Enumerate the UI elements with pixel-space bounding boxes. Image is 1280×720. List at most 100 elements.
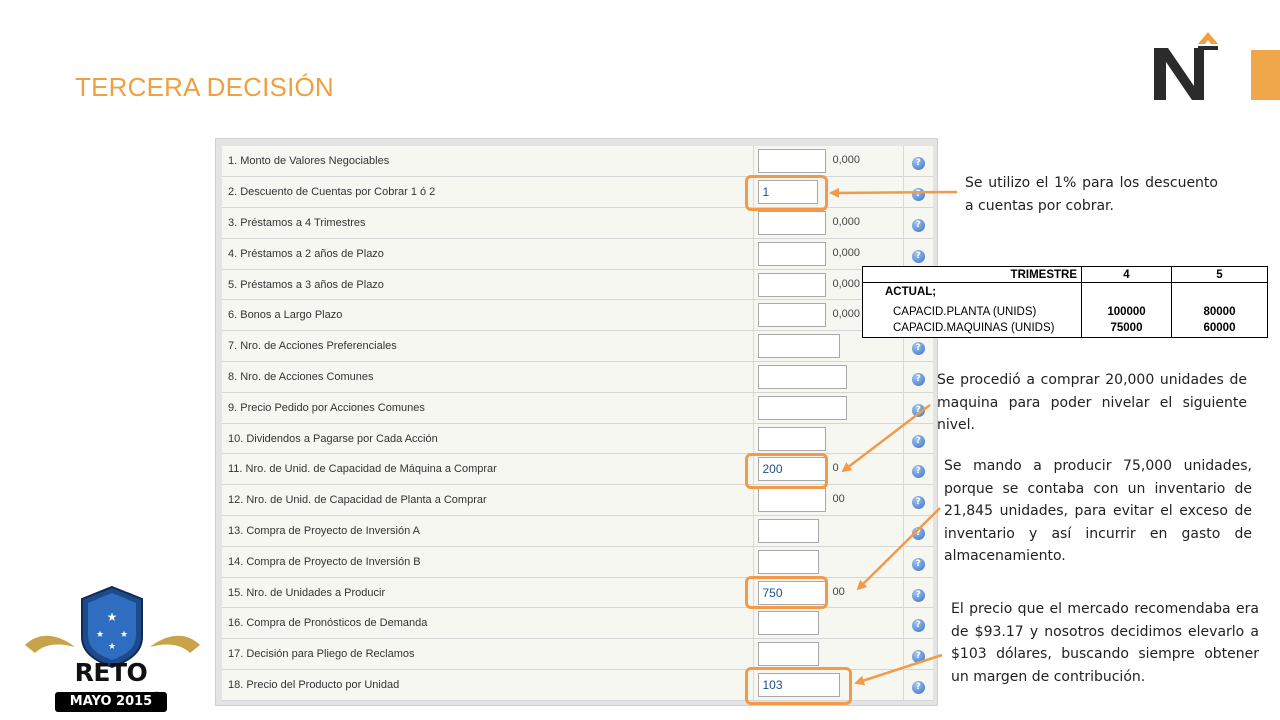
form-row-help-cell: ? xyxy=(903,207,933,239)
form-row-label: 15. Nro. de Unidades a Producir xyxy=(222,577,754,609)
help-icon[interactable]: ? xyxy=(911,342,925,356)
form-row: 4. Préstamos a 2 años de Plazo 0,000? xyxy=(222,238,933,270)
note-produce: Se mando a producir 75,000 unidades, por… xyxy=(944,458,1252,564)
form-row-help-cell: ? xyxy=(903,546,933,578)
form-row-input-cell xyxy=(753,361,904,393)
form-row-label: 5. Préstamos a 3 años de Plazo xyxy=(222,269,754,301)
cap-header-q5: 5 xyxy=(1171,266,1268,283)
help-icon[interactable]: ? xyxy=(911,403,925,417)
form-row-help-cell: ? xyxy=(903,577,933,609)
svg-text:★: ★ xyxy=(108,642,116,652)
accent-bar xyxy=(1251,50,1280,100)
capacity-table: TRIMESTRE 4 5 ACTUAL; 100000 75000 80000… xyxy=(862,266,1268,339)
form-input-field[interactable] xyxy=(757,272,826,297)
help-icon[interactable]: ? xyxy=(911,188,925,202)
cap-header-q4: 4 xyxy=(1081,266,1172,283)
cap-planta-label: CAPACID.PLANTA (UNIDS) xyxy=(893,306,1037,318)
form-row-help-cell: ? xyxy=(903,146,933,178)
form-row-input-cell: 0,000 xyxy=(753,146,904,178)
form-input-field[interactable] xyxy=(757,611,819,636)
form-input-field[interactable] xyxy=(757,334,840,359)
form-row-input-cell xyxy=(753,515,904,547)
form-row-label: 14. Compra de Proyecto de Inversión B xyxy=(222,546,754,578)
note-machine: Se procedió a comprar 20,000 unidades de… xyxy=(937,372,1247,433)
form-row-input-cell: 00 xyxy=(753,484,904,517)
help-icon[interactable]: ? xyxy=(911,372,925,386)
help-icon[interactable]: ? xyxy=(911,496,925,510)
form-input-field[interactable] xyxy=(757,303,826,328)
form-input-field[interactable] xyxy=(757,241,826,266)
form-row-help-cell: ? xyxy=(903,238,933,270)
form-row-label: 2. Descuento de Cuentas por Cobrar 1 ó 2 xyxy=(222,176,754,209)
badge-subtitle: MAYO 2015 xyxy=(55,692,167,712)
form-row: 16. Compra de Pronósticos de Demanda? xyxy=(222,607,933,640)
note-discount: Se utilizo el 1% para los descuento a cu… xyxy=(965,175,1218,214)
cap-q5-values: 80000 60000 xyxy=(1171,282,1268,338)
form-input-suffix: 0,000 xyxy=(832,308,861,321)
highlight-produce xyxy=(745,576,828,609)
help-icon[interactable]: ? xyxy=(911,218,925,232)
form-row: 8. Nro. de Acciones Comunes? xyxy=(222,361,933,393)
form-row-label: 7. Nro. de Acciones Preferenciales xyxy=(222,330,754,363)
form-input-field[interactable] xyxy=(757,149,826,173)
form-row: 14. Compra de Proyecto de Inversión B? xyxy=(222,546,933,578)
help-icon[interactable]: ? xyxy=(911,557,925,571)
form-row: 17. Decisión para Pliego de Reclamos? xyxy=(222,638,933,671)
help-icon[interactable]: ? xyxy=(911,526,925,540)
cap-header-label: TRIMESTRE xyxy=(862,266,1082,283)
form-input-suffix: 00 xyxy=(832,493,845,506)
form-row-input-cell: 0,000 xyxy=(753,207,904,239)
form-row-input-cell: 0,000 xyxy=(753,238,904,270)
form-row: 3. Préstamos a 4 Trimestres 0,000? xyxy=(222,207,933,239)
form-row-input-cell xyxy=(753,423,904,455)
form-input-field[interactable] xyxy=(757,365,847,390)
form-row-label: 12. Nro. de Unid. de Capacidad de Planta… xyxy=(222,484,754,517)
form-row: 12. Nro. de Unid. de Capacidad de Planta… xyxy=(222,484,933,517)
decision-form: 1. Monto de Valores Negociables 0,000? 2. … xyxy=(222,146,933,701)
help-icon[interactable]: ? xyxy=(911,465,925,479)
form-row-input-cell xyxy=(753,392,904,424)
form-input-field[interactable] xyxy=(757,211,826,236)
form-row-help-cell: ? xyxy=(903,607,933,640)
form-input-field[interactable] xyxy=(757,642,819,667)
help-icon[interactable]: ? xyxy=(911,650,925,664)
form-row-help-cell: ? xyxy=(903,423,933,455)
form-row-help-cell: ? xyxy=(903,453,933,486)
help-icon[interactable]: ? xyxy=(911,157,925,171)
highlight-discount xyxy=(745,175,828,211)
cap-row-labels: CAPACID.PLANTA (UNIDS) CAPACID.MAQUINAS … xyxy=(862,301,1082,339)
form-input-suffix: 0,000 xyxy=(832,246,861,259)
form-row-label: 3. Préstamos a 4 Trimestres xyxy=(222,207,754,239)
cap-planta-q4: 100000 xyxy=(1107,306,1146,318)
help-icon[interactable]: ? xyxy=(911,434,925,448)
cap-maq-q4: 75000 xyxy=(1110,322,1143,334)
form-row-label: 6. Bonos a Largo Plazo xyxy=(222,299,754,332)
form-row-help-cell: ? xyxy=(903,392,933,424)
form-row-label: 17. Decisión para Pliego de Reclamos xyxy=(222,638,754,671)
cap-section-text: ACTUAL; xyxy=(885,285,937,298)
svg-text:★: ★ xyxy=(107,610,118,624)
form-row-label: 9. Precio Pedido por Acciones Comunes xyxy=(222,392,754,424)
form-input-suffix: 0,000 xyxy=(832,154,861,166)
form-row-help-cell: ? xyxy=(903,669,933,701)
form-row: 9. Precio Pedido por Acciones Comunes? xyxy=(222,392,933,424)
help-icon[interactable]: ? xyxy=(911,680,925,694)
form-row-label: 11. Nro. de Unid. de Capacidad de Máquin… xyxy=(222,453,754,486)
help-icon[interactable]: ? xyxy=(911,619,925,633)
help-icon[interactable]: ? xyxy=(911,588,925,602)
form-input-field[interactable] xyxy=(757,549,819,574)
slide-title: TERCERA DECISIÓN xyxy=(75,72,334,102)
form-input-field[interactable] xyxy=(757,426,826,451)
form-input-field[interactable] xyxy=(757,519,819,544)
form-input-field[interactable] xyxy=(757,488,826,513)
form-input-field[interactable] xyxy=(757,395,847,420)
help-icon[interactable]: ? xyxy=(911,249,925,263)
form-row: 1. Monto de Valores Negociables 0,000? xyxy=(222,146,933,178)
cap-section-label: ACTUAL; xyxy=(862,282,1082,302)
form-row-label: 18. Precio del Producto por Unidad xyxy=(222,669,754,701)
cap-q4-values: 100000 75000 xyxy=(1081,282,1172,338)
form-row-help-cell: ? xyxy=(903,176,933,209)
svg-text:★: ★ xyxy=(96,630,104,640)
form-input-suffix: 0 xyxy=(832,462,839,475)
cap-maq-q5: 60000 xyxy=(1203,322,1236,334)
